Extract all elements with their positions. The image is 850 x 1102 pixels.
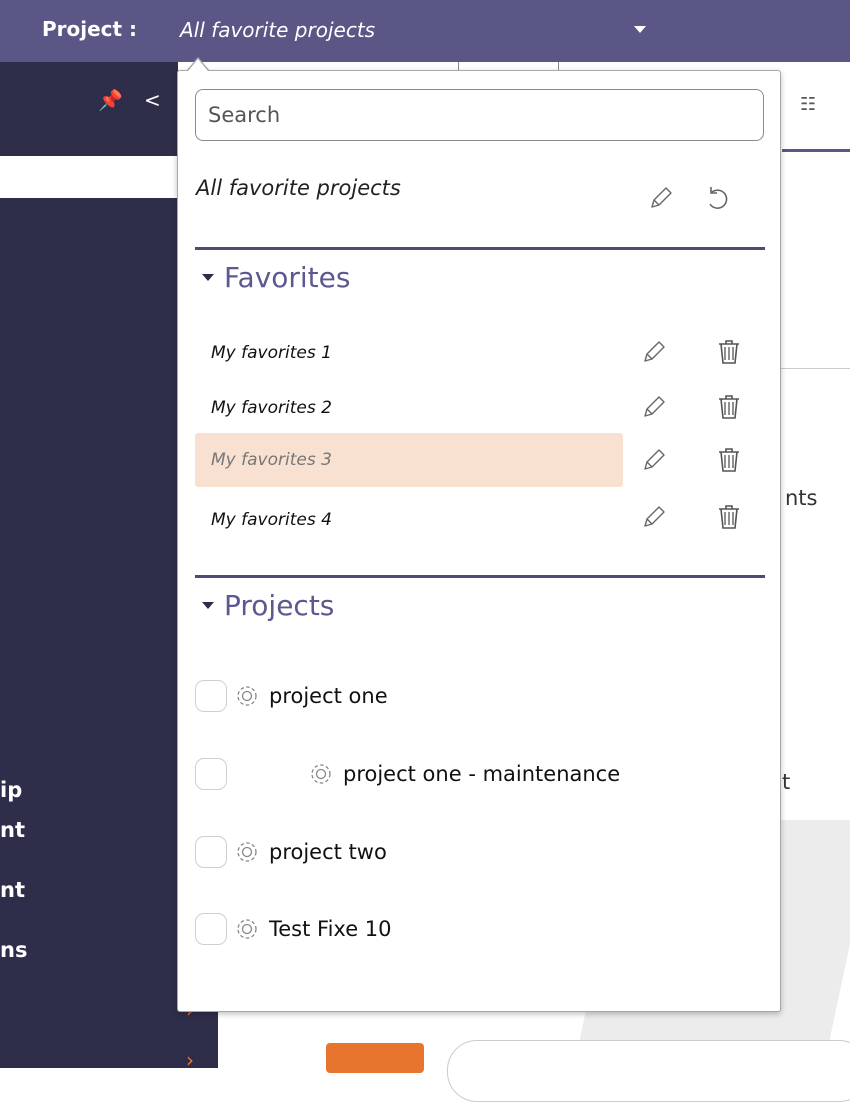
projects-section-title: Projects (224, 589, 335, 622)
favorite-item[interactable]: My favorites 2 (195, 381, 623, 435)
section-divider (195, 247, 765, 250)
project-dropdown: All favorite projects Favorites My favor… (177, 70, 781, 1012)
content-divider (780, 368, 850, 369)
project-row: project two (195, 832, 387, 872)
trash-icon[interactable] (714, 445, 744, 475)
favorite-item-label: My favorites 3 (211, 450, 332, 470)
project-selector-value[interactable]: All favorite projects (180, 18, 375, 42)
project-row: Test Fixe 10 (195, 909, 392, 949)
projects-section-toggle[interactable]: Projects (202, 589, 334, 622)
project-checkbox[interactable] (195, 913, 227, 945)
trash-icon[interactable] (714, 337, 744, 367)
project-label: Project : (42, 17, 138, 41)
pencil-icon[interactable] (639, 392, 669, 422)
tree-icon[interactable]: ☷ (800, 94, 816, 115)
project-name[interactable]: project one - maintenance (343, 762, 620, 786)
current-selection: All favorite projects (196, 176, 401, 200)
favorite-item-label: My favorites 2 (211, 398, 332, 418)
project-row: project one - maintenance (195, 754, 620, 794)
gear-icon[interactable] (233, 915, 261, 943)
favorite-item[interactable]: My favorites 4 (195, 493, 623, 547)
sidebar-item-label[interactable]: ip (0, 778, 22, 802)
reset-icon[interactable] (702, 183, 732, 213)
caret-down-icon (202, 274, 214, 281)
pencil-icon[interactable] (639, 502, 669, 532)
project-name[interactable]: Test Fixe 10 (269, 917, 392, 941)
background-text: t (782, 770, 791, 794)
pencil-icon[interactable] (639, 445, 669, 475)
sidebar-item-label[interactable]: ns (0, 938, 27, 962)
favorite-item[interactable]: My favorites 1 (195, 326, 623, 380)
project-name[interactable]: project one (269, 684, 388, 708)
caret-down-icon (202, 602, 214, 609)
project-row: project one (195, 676, 388, 716)
gear-icon[interactable] (233, 682, 261, 710)
project-name[interactable]: project two (269, 840, 387, 864)
background-input[interactable] (447, 1040, 850, 1102)
background-text: nts (785, 486, 818, 510)
section-divider (195, 575, 765, 578)
pencil-icon[interactable] (646, 183, 676, 213)
chevron-down-icon[interactable] (634, 26, 646, 33)
collapse-icon[interactable]: < (144, 88, 161, 112)
trash-icon[interactable] (714, 392, 744, 422)
dropdown-notch-fill (188, 59, 208, 71)
gear-icon[interactable] (233, 838, 261, 866)
favorites-section-toggle[interactable]: Favorites (202, 261, 350, 294)
active-tab-indicator (782, 149, 850, 152)
project-checkbox[interactable] (195, 836, 227, 868)
favorite-item-label: My favorites 1 (211, 343, 332, 363)
pin-icon[interactable]: 📌 (98, 88, 123, 112)
primary-action-button[interactable] (326, 1043, 424, 1073)
favorite-item-label: My favorites 4 (211, 510, 332, 530)
favorites-section-title: Favorites (224, 261, 351, 294)
favorite-item-selected[interactable]: My favorites 3 (195, 433, 623, 487)
pencil-icon[interactable] (639, 337, 669, 367)
top-bar: Project : All favorite projects (0, 0, 850, 62)
gear-icon[interactable] (307, 760, 335, 788)
chevron-right-icon[interactable]: › (186, 1048, 194, 1072)
trash-icon[interactable] (714, 502, 744, 532)
project-checkbox[interactable] (195, 758, 227, 790)
sidebar-item-label[interactable]: nt (0, 878, 25, 902)
sidebar-item-label[interactable]: nt (0, 818, 25, 842)
search-input[interactable] (195, 89, 764, 141)
project-checkbox[interactable] (195, 680, 227, 712)
